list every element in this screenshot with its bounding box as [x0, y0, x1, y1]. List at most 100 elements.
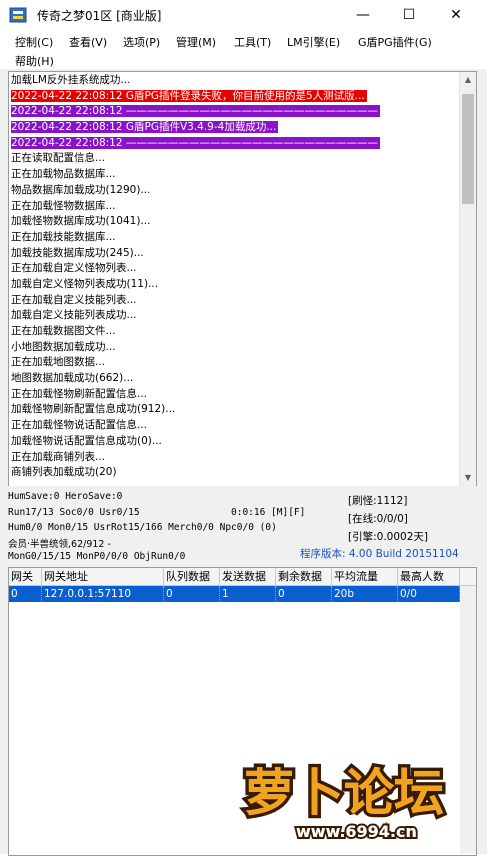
- col-avg-traffic[interactable]: 平均流量: [332, 568, 398, 585]
- server-window: 传奇之梦01区 [商业版] — ☐ ✕ 控制(C) 查看(V) 选项(P) 管理…: [0, 0, 487, 856]
- log-line-text: 加载技能数据库成功(245)...: [11, 246, 144, 259]
- col-send-data[interactable]: 发送数据: [220, 568, 276, 585]
- minimize-icon: —: [356, 7, 370, 23]
- status-save: HumSave:0 HeroSave:0: [8, 491, 123, 502]
- title-bar[interactable]: 传奇之梦01区 [商业版] — ☐ ✕: [0, 0, 487, 31]
- minimize-button[interactable]: —: [340, 0, 386, 31]
- app-icon: [9, 7, 27, 23]
- log-line-text: 正在加载商铺列表...: [11, 450, 106, 463]
- menu-lm-engine[interactable]: LM引擎(E): [287, 34, 340, 50]
- log-line-text: 正在加载怪物数据库...: [11, 199, 116, 212]
- log-panel[interactable]: 加载LM反外挂系统成功... 2022-04-22 22:08:12 G盾PG插件…: [8, 71, 477, 487]
- online-count: [在线:0/0/0]: [348, 513, 408, 525]
- col-max-users[interactable]: 最高人数: [398, 568, 460, 585]
- close-button[interactable]: ✕: [433, 0, 479, 31]
- log-line-text: 正在加载自定义怪物列表...: [11, 262, 137, 275]
- menu-control[interactable]: 控制(C): [15, 34, 53, 50]
- scroll-up-icon[interactable]: ▲: [460, 72, 476, 88]
- col-gate-address[interactable]: 网关地址: [42, 568, 164, 585]
- menu-bar: 控制(C) 查看(V) 选项(P) 管理(M) 工具(T) LM引擎(E) G盾…: [0, 31, 487, 69]
- col-gate[interactable]: 网关: [9, 568, 42, 585]
- log-line: 加载怪物说话配置信息成功(0)...: [11, 434, 457, 450]
- window-title: 传奇之梦01区 [商业版]: [37, 9, 162, 23]
- log-line: 加载怪物刷新配置信息成功(912)...: [11, 402, 457, 418]
- log-line-text: 正在加载怪物说话配置信息...: [11, 419, 148, 432]
- log-line-text: 加载自定义怪物列表成功(11)...: [11, 277, 159, 290]
- log-line: 加载自定义技能列表成功...: [11, 308, 457, 324]
- cell-remaining-data: 0: [276, 586, 332, 602]
- log-line-text: 正在加载技能数据库...: [11, 230, 116, 243]
- table-row[interactable]: 0 127.0.0.1:57110 0 1 0 20b 0/0: [9, 586, 460, 602]
- menu-gdun-plugin[interactable]: G盾PG插件(G): [358, 34, 432, 50]
- log-line-text: 正在加载自定义技能列表...: [11, 293, 137, 306]
- log-line-text: 加载怪物数据库成功(1041)...: [11, 215, 151, 228]
- log-line: 商铺列表加载成功(20): [11, 465, 457, 481]
- log-line-text: 2022-04-22 22:08:12 ————————————————————…: [11, 136, 380, 149]
- col-queue-data[interactable]: 队列数据: [164, 568, 220, 585]
- log-line: 正在加载自定义技能列表...: [11, 293, 457, 309]
- log-scrollbar[interactable]: ▲ ▼: [459, 72, 476, 486]
- status-hum: Hum0/0 Mon0/15 UsrRot15/166 Merch0/0 Npc…: [8, 522, 277, 533]
- log-line: 正在加载怪物数据库...: [11, 199, 457, 215]
- log-line: 正在加载商铺列表...: [11, 450, 457, 466]
- log-line: 2022-04-22 22:08:12 G盾PG插件登录失败，你目前使用的是5人…: [11, 89, 457, 105]
- log-line: 小地图数据加载成功...: [11, 340, 457, 356]
- log-line-text: 加载LM反外挂系统成功...: [11, 74, 131, 86]
- log-line: 地图数据加载成功(662)...: [11, 371, 457, 387]
- program-version: 程序版本: 4.00 Build 20151104: [300, 548, 459, 560]
- menu-view[interactable]: 查看(V): [69, 34, 107, 50]
- log-line-text: 2022-04-22 22:08:12 G盾PG插件V3.4.9-4加载成功..…: [11, 121, 279, 134]
- gate-table-header: 网关 网关地址 队列数据 发送数据 剩余数据 平均流量 最高人数: [9, 568, 476, 586]
- log-line-text: 小地图数据加载成功...: [11, 340, 116, 353]
- maximize-button[interactable]: ☐: [386, 0, 432, 31]
- log-line-text: 地图数据加载成功(662)...: [11, 372, 134, 385]
- refresh-monster-count: [刷怪:1112]: [348, 495, 408, 507]
- log-line: 加载技能数据库成功(245)...: [11, 246, 457, 262]
- menu-manage[interactable]: 管理(M): [176, 34, 216, 50]
- log-line: 加载LM反外挂系统成功...: [11, 73, 457, 89]
- cell-queue-data: 0: [164, 586, 220, 602]
- log-line: 加载怪物数据库成功(1041)...: [11, 214, 457, 230]
- log-line-text: 物品数据库加载成功(1290)...: [11, 183, 151, 196]
- log-line-text: 正在加载怪物刷新配置信息...: [11, 387, 148, 400]
- log-line: 正在加载技能数据库...: [11, 230, 457, 246]
- log-line: 加载自定义怪物列表成功(11)...: [11, 277, 457, 293]
- cell-send-data: 1: [220, 586, 276, 602]
- maximize-icon: ☐: [402, 7, 416, 23]
- svg-text:萝卜论坛: 萝卜论坛: [244, 764, 444, 822]
- svg-text:www.6994.cn: www.6994.cn: [296, 822, 417, 841]
- log-line-text: 正在加载地图数据...: [11, 356, 106, 369]
- log-line-text: 加载怪物刷新配置信息成功(912)...: [11, 403, 176, 416]
- log-line: 正在加载数据图文件...: [11, 324, 457, 340]
- log-line: 正在加载怪物刷新配置信息...: [11, 387, 457, 403]
- log-line-text: 加载怪物说话配置信息成功(0)...: [11, 434, 162, 447]
- log-line: 物品数据库加载成功(1290)...: [11, 183, 457, 199]
- log-line-text: 正在读取配置信息...: [11, 152, 106, 165]
- log-line-text: 正在加载物品数据库...: [11, 168, 116, 181]
- status-mon: MonG0/15/15 MonP0/0/0 ObjRun0/0: [8, 551, 186, 562]
- forum-watermark-logo: 萝卜论坛 萝卜论坛 www.6994.cn www.6994.cn: [241, 761, 448, 843]
- menu-tools[interactable]: 工具(T): [234, 34, 271, 50]
- status-run: Run17/13 Soc0/0 Usr0/15: [8, 507, 140, 518]
- col-remaining-data[interactable]: 剩余数据: [276, 568, 332, 585]
- log-line-text: 加载自定义技能列表成功...: [11, 309, 137, 322]
- cell-gate-address: 127.0.0.1:57110: [42, 586, 164, 602]
- cell-avg-traffic: 20b: [332, 586, 398, 602]
- scroll-down-icon[interactable]: ▼: [460, 470, 476, 486]
- cell-max-users: 0/0: [398, 586, 460, 602]
- log-line: 正在加载自定义怪物列表...: [11, 261, 457, 277]
- log-line-text: 2022-04-22 22:08:12 G盾PG插件登录失败，你目前使用的是5人…: [11, 89, 367, 102]
- close-icon: ✕: [450, 7, 462, 23]
- menu-options[interactable]: 选项(P): [123, 34, 160, 50]
- log-lines: 加载LM反外挂系统成功... 2022-04-22 22:08:12 G盾PG插件…: [11, 73, 457, 481]
- log-line: 正在加载物品数据库...: [11, 167, 457, 183]
- log-line: 正在加载地图数据...: [11, 355, 457, 371]
- log-line-text: 商铺列表加载成功(20): [11, 466, 117, 479]
- scroll-thumb[interactable]: [462, 94, 474, 204]
- status-member: 会员·半兽统领,62/912 -: [8, 539, 111, 550]
- log-line: 2022-04-22 22:08:12 ————————————————————…: [11, 136, 457, 152]
- status-time: 0:0:16 [M][F]: [231, 507, 306, 518]
- cell-gate: 0: [9, 586, 42, 602]
- log-line: 2022-04-22 22:08:12 G盾PG插件V3.4.9-4加载成功..…: [11, 120, 457, 136]
- menu-help[interactable]: 帮助(H): [15, 53, 54, 69]
